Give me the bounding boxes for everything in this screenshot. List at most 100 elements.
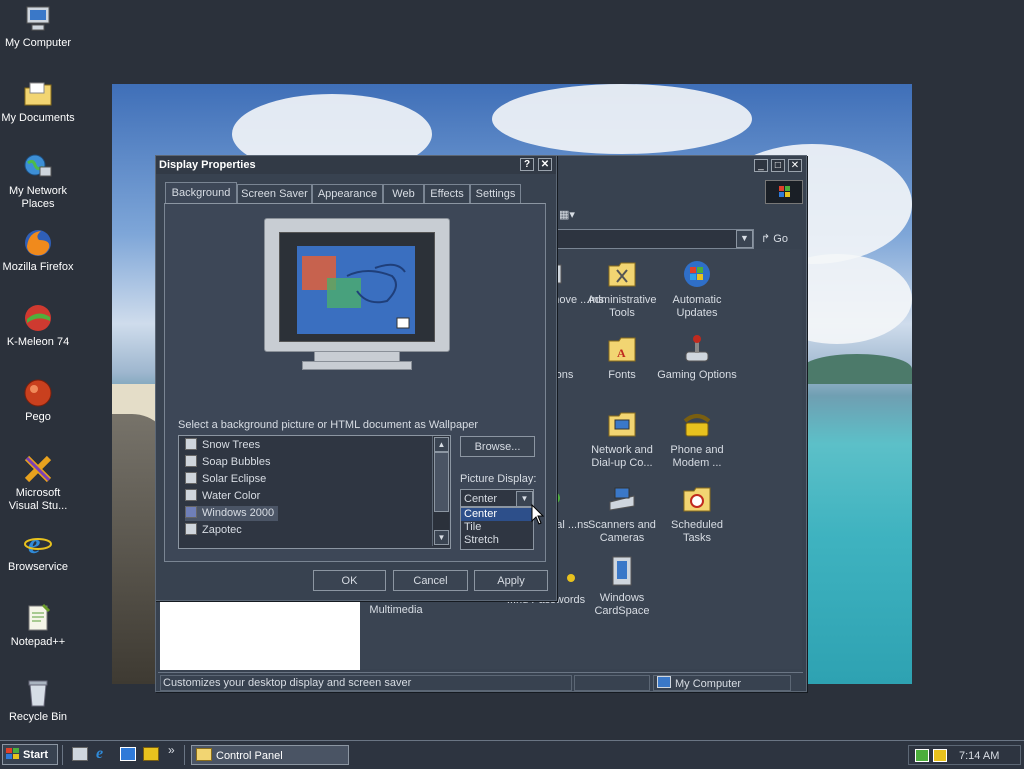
desktop-icon-notepadpp[interactable]: Notepad++: [0, 603, 76, 649]
desktop-icon-browservice[interactable]: e Browservice: [0, 528, 76, 574]
tray-network-icon[interactable]: [915, 749, 929, 762]
desktop-icon-kmeleon[interactable]: K-Meleon 74: [0, 303, 76, 349]
desktop-icon-network-places[interactable]: My Network Places: [0, 152, 76, 211]
system-tray: 7:14 AM: [908, 745, 1021, 765]
option-center[interactable]: Center: [461, 508, 533, 521]
quicklaunch-search[interactable]: [143, 747, 159, 763]
admin-tools-icon: [606, 258, 638, 290]
quicklaunch-outlook[interactable]: [120, 747, 136, 763]
tab-settings[interactable]: Settings: [470, 184, 521, 203]
apply-button[interactable]: Apply: [474, 570, 548, 591]
views-icon: ▦▾: [559, 209, 575, 221]
fonts-folder-icon: A: [606, 333, 638, 365]
maximize-button[interactable]: □: [770, 159, 785, 172]
address-bar[interactable]: [556, 229, 754, 249]
list-item[interactable]: Solar Eclipse: [185, 472, 266, 487]
phone-icon: [681, 408, 713, 440]
cp-item-scheduled-tasks[interactable]: Scheduled Tasks: [657, 483, 737, 545]
list-scrollbar[interactable]: ▲ ▼: [432, 436, 449, 546]
html-file-icon: [185, 523, 197, 535]
list-item[interactable]: Zapotec: [185, 523, 242, 538]
outlook-icon: [120, 747, 136, 761]
control-panel-close-button[interactable]: ✕: [788, 159, 802, 172]
minimize-button[interactable]: _: [753, 159, 768, 172]
clock[interactable]: 7:14 AM: [959, 748, 999, 764]
picture-display-select[interactable]: Center ▼: [460, 489, 534, 507]
network-icon: [23, 152, 53, 182]
desktop-icon-visual-studio[interactable]: Microsoft Visual Stu...: [0, 454, 76, 513]
cp-item-administrative-tools[interactable]: Administrative Tools: [582, 258, 662, 320]
help-button[interactable]: ?: [520, 158, 534, 171]
wallpaper-prompt: Select a background picture or HTML docu…: [178, 419, 478, 431]
taskbar-button-control-panel[interactable]: Control Panel: [191, 745, 349, 765]
cp-item-network-dialup[interactable]: Network and Dial-up Co...: [582, 408, 662, 470]
quicklaunch-more-button[interactable]: »: [168, 743, 175, 757]
option-tile[interactable]: Tile: [461, 521, 533, 534]
address-dropdown-button[interactable]: ▼: [736, 230, 753, 248]
quicklaunch-desktop[interactable]: [72, 747, 88, 763]
scroll-up-button[interactable]: ▲: [434, 437, 449, 452]
desktop-icon-recycle-bin[interactable]: Recycle Bin: [0, 678, 76, 724]
tab-effects[interactable]: Effects: [424, 184, 470, 203]
tray-app-icon[interactable]: [933, 749, 947, 762]
cp-item-gaming-options[interactable]: Gaming Options: [657, 333, 737, 382]
dialog-close-button[interactable]: ✕: [538, 158, 552, 171]
cancel-button[interactable]: Cancel: [393, 570, 468, 591]
desktop-icon-pego[interactable]: Pego: [0, 378, 76, 424]
cp-item-multimedia[interactable]: Multimedia: [356, 604, 436, 617]
start-button[interactable]: Start: [2, 744, 58, 765]
tab-appearance[interactable]: Appearance: [312, 184, 383, 203]
status-text: Customizes your desktop display and scre…: [160, 675, 572, 691]
cardspace-icon: [606, 556, 638, 588]
desktop-icon-my-computer[interactable]: My Computer: [0, 4, 76, 50]
cp-item-phone-modem[interactable]: Phone and Modem ...: [657, 408, 737, 470]
html-file-icon: [185, 455, 197, 467]
list-item[interactable]: Soap Bubbles: [185, 455, 271, 470]
firefox-icon: [23, 228, 53, 258]
dialog-titlebar[interactable]: Display Properties ? ✕: [156, 156, 556, 174]
quicklaunch-ie[interactable]: e: [96, 745, 114, 763]
svg-text:A: A: [617, 346, 626, 360]
go-button[interactable]: ↱ Go: [761, 231, 788, 247]
my-computer-small-icon: [657, 676, 671, 688]
browse-button[interactable]: Browse...: [460, 436, 535, 457]
cp-item-scanners-cameras[interactable]: Scanners and Cameras: [582, 483, 662, 545]
list-item[interactable]: Water Color: [185, 489, 260, 504]
arrow-up-icon: ▲: [437, 440, 446, 449]
documents-folder-icon: [23, 79, 53, 109]
scroll-thumb[interactable]: [434, 452, 449, 512]
option-stretch[interactable]: Stretch: [461, 534, 533, 547]
cp-item-windows-cardspace[interactable]: Windows CardSpace: [582, 556, 662, 618]
list-item-selected[interactable]: Windows 2000: [185, 506, 279, 521]
monitor-stand: [302, 361, 412, 370]
joystick-icon: [681, 333, 713, 365]
picture-display-label: Picture Display:: [460, 473, 537, 485]
picture-display-options[interactable]: Center Tile Stretch: [460, 507, 534, 550]
taskbar: Start e » Control Panel 7:14 AM: [0, 740, 1024, 769]
close-icon: ✕: [540, 159, 550, 170]
tab-screen-saver[interactable]: Screen Saver: [237, 184, 312, 203]
tab-background[interactable]: Background: [165, 182, 237, 204]
scroll-down-button[interactable]: ▼: [434, 530, 449, 545]
cp-item-automatic-updates[interactable]: Automatic Updates: [657, 258, 737, 320]
arrow-down-icon: ▼: [437, 533, 446, 542]
wallpaper-file-icon: [185, 438, 197, 450]
wallpaper-listbox[interactable]: Snow Trees Soap Bubbles Solar Eclipse Wa…: [178, 435, 451, 549]
kmeleon-icon: [23, 303, 53, 333]
cp-item-fonts[interactable]: A Fonts: [582, 333, 662, 382]
chevron-down-icon: ▼: [740, 233, 749, 243]
webview-pane: [160, 602, 360, 670]
views-button[interactable]: ▦▾: [559, 208, 583, 222]
status-bar: Customizes your desktop display and scre…: [158, 672, 803, 691]
desktop-icon-my-documents[interactable]: My Documents: [0, 79, 76, 125]
tab-web[interactable]: Web: [383, 184, 424, 203]
scanner-icon: [606, 483, 638, 515]
windows-update-icon: [681, 258, 713, 290]
notepad-icon: [23, 603, 53, 633]
search-icon: [143, 747, 159, 761]
visual-studio-icon: [23, 454, 53, 484]
windows-flag-icon: [6, 747, 20, 768]
ok-button[interactable]: OK: [313, 570, 386, 591]
list-item[interactable]: Snow Trees: [185, 438, 260, 453]
desktop-icon-firefox[interactable]: Mozilla Firefox: [0, 228, 76, 274]
